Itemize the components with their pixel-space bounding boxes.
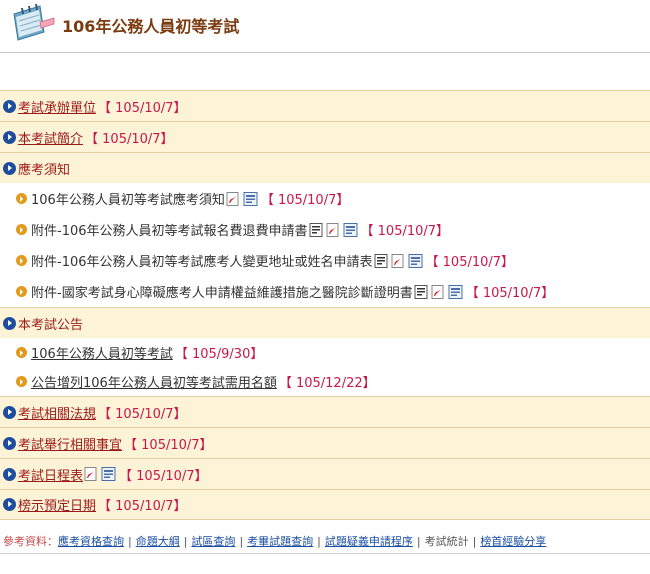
reference-link: 考試統計 [424, 535, 469, 548]
item-date: 【 105/10/7】 [465, 286, 555, 301]
item-title: 附件-國家考試身心障礙應考人申請權益維護措施之醫院診斷證明書 [31, 286, 413, 301]
link-separator: | [416, 534, 421, 548]
blue-arrow-bullet-icon [3, 99, 16, 113]
item-title: 106年公務人員初等考試應考須知 [31, 193, 225, 208]
pdf-icon[interactable] [226, 191, 242, 206]
odt-icon[interactable] [343, 222, 359, 237]
item-date: 【 105/10/7】 [260, 193, 350, 208]
item-title[interactable]: 公告增列106年公務人員初等考試需用名額 [31, 372, 277, 391]
doc-icon[interactable] [309, 222, 325, 237]
header-divider [0, 52, 650, 53]
section-title[interactable]: 考試承辦單位 [18, 97, 96, 116]
link-separator: | [183, 534, 188, 548]
section-title[interactable]: 考試相關法規 [18, 403, 96, 422]
list-item[interactable]: 附件-國家考試身心障礙應考人申請權益維護措施之醫院診斷證明書 【 105/10/7… [0, 276, 650, 307]
item-date: 【 105/9/30】 [174, 347, 264, 362]
section-row[interactable]: 本考試公告 [0, 307, 650, 338]
blue-arrow-bullet-icon [3, 498, 16, 511]
blue-arrow-bullet-icon [3, 405, 16, 419]
section-row[interactable]: 考試相關法規【 105/10/7】 [0, 396, 650, 427]
section-title[interactable]: 考試舉行相關事宜 [18, 434, 122, 453]
pdf-icon[interactable] [391, 253, 407, 268]
odt-icon[interactable] [101, 467, 117, 481]
list-item[interactable]: 附件-106年公務人員初等考試應考人變更地址或姓名申請表 【 105/10/7】 [0, 245, 650, 276]
orange-arrow-bullet-icon [16, 347, 27, 358]
section-title: 本考試公告 [18, 317, 84, 333]
odt-icon[interactable] [448, 284, 464, 299]
doc-icon[interactable] [374, 253, 390, 268]
orange-arrow-bullet-icon [16, 286, 27, 297]
reference-link[interactable]: 試題疑義申請程序 [325, 533, 413, 549]
footer-divider [0, 553, 650, 554]
blue-arrow-bullet-icon [3, 436, 16, 450]
reference-link[interactable]: 命題大綱 [136, 533, 180, 549]
item-date: 【 105/10/7】 [425, 255, 515, 270]
page-header: 106年公務人員初等考試 [0, 0, 650, 48]
orange-arrow-bullet-icon [16, 224, 27, 235]
item-date: 【 105/10/7】 [360, 224, 450, 239]
reference-link[interactable]: 試區查詢 [191, 533, 235, 549]
section-row[interactable]: 應考須知 [0, 152, 650, 183]
section-date: 【 105/10/7】 [98, 499, 187, 514]
item-date: 【 105/12/22】 [278, 376, 376, 391]
link-separator: | [239, 534, 244, 548]
orange-arrow-bullet-icon [16, 193, 27, 204]
blue-arrow-bullet-icon [3, 130, 16, 144]
section-date: 【 105/10/7】 [98, 406, 187, 422]
list-item[interactable]: 106年公務人員初等考試【 105/9/30】 [0, 338, 650, 367]
orange-arrow-bullet-icon [16, 255, 27, 266]
blue-arrow-bullet-icon [3, 316, 16, 330]
section-row[interactable]: 本考試簡介【 105/10/7】 [0, 121, 650, 152]
exam-info-list: 考試承辦單位【 105/10/7】 本考試簡介【 105/10/7】 應考須知 106… [0, 90, 650, 520]
section-title[interactable]: 考試日程表 [18, 465, 83, 484]
orange-arrow-bullet-icon [16, 376, 27, 387]
section-row[interactable]: 考試日程表 【 105/10/7】 [0, 458, 650, 489]
reference-links-bar: 參考資料： 應考資格查詢 | 命題大綱 | 試區查詢 | 考畢試題查詢 | 試題疑義申請程序 | 考… [0, 530, 650, 552]
link-separator: | [472, 534, 477, 548]
link-separator: | [128, 534, 132, 548]
pdf-icon[interactable] [84, 467, 100, 481]
item-title: 附件-106年公務人員初等考試應考人變更地址或姓名申請表 [31, 255, 373, 270]
pdf-icon[interactable] [431, 284, 447, 299]
section-date: 【 105/10/7】 [119, 468, 208, 484]
pdf-icon[interactable] [326, 222, 342, 237]
section-row[interactable]: 考試承辦單位【 105/10/7】 [0, 90, 650, 121]
list-item[interactable]: 公告增列106年公務人員初等考試需用名額【 105/12/22】 [0, 367, 650, 396]
odt-icon[interactable] [408, 253, 424, 268]
reference-label: 參考資料： [3, 535, 58, 548]
blue-arrow-bullet-icon [3, 467, 16, 481]
section-title[interactable]: 本考試簡介 [18, 128, 83, 147]
odt-icon[interactable] [243, 191, 259, 206]
section-date: 【 105/10/7】 [124, 437, 213, 453]
section-date: 【 105/10/7】 [85, 131, 174, 147]
item-title[interactable]: 106年公務人員初等考試 [31, 343, 173, 362]
calendar-logo-icon [13, 4, 55, 41]
link-separator: | [317, 534, 321, 548]
page-title: 106年公務人員初等考試 [62, 17, 240, 36]
section-row[interactable]: 考試舉行相關事宜【 105/10/7】 [0, 427, 650, 458]
section-date: 【 105/10/7】 [98, 100, 187, 116]
section-title: 應考須知 [18, 162, 71, 178]
blue-arrow-bullet-icon [3, 161, 16, 175]
list-item[interactable]: 附件-106年公務人員初等考試報名費退費申請書 【 105/10/7】 [0, 214, 650, 245]
reference-link[interactable]: 榜首經驗分享 [480, 533, 546, 549]
reference-link[interactable]: 應考資格查詢 [58, 533, 124, 549]
reference-link[interactable]: 考畢試題查詢 [247, 533, 313, 549]
section-title[interactable]: 榜示預定日期 [18, 495, 96, 514]
item-title: 附件-106年公務人員初等考試報名費退費申請書 [31, 224, 308, 239]
list-item[interactable]: 106年公務人員初等考試應考須知 【 105/10/7】 [0, 183, 650, 214]
doc-icon[interactable] [414, 284, 430, 299]
section-row[interactable]: 榜示預定日期【 105/10/7】 [0, 489, 650, 520]
